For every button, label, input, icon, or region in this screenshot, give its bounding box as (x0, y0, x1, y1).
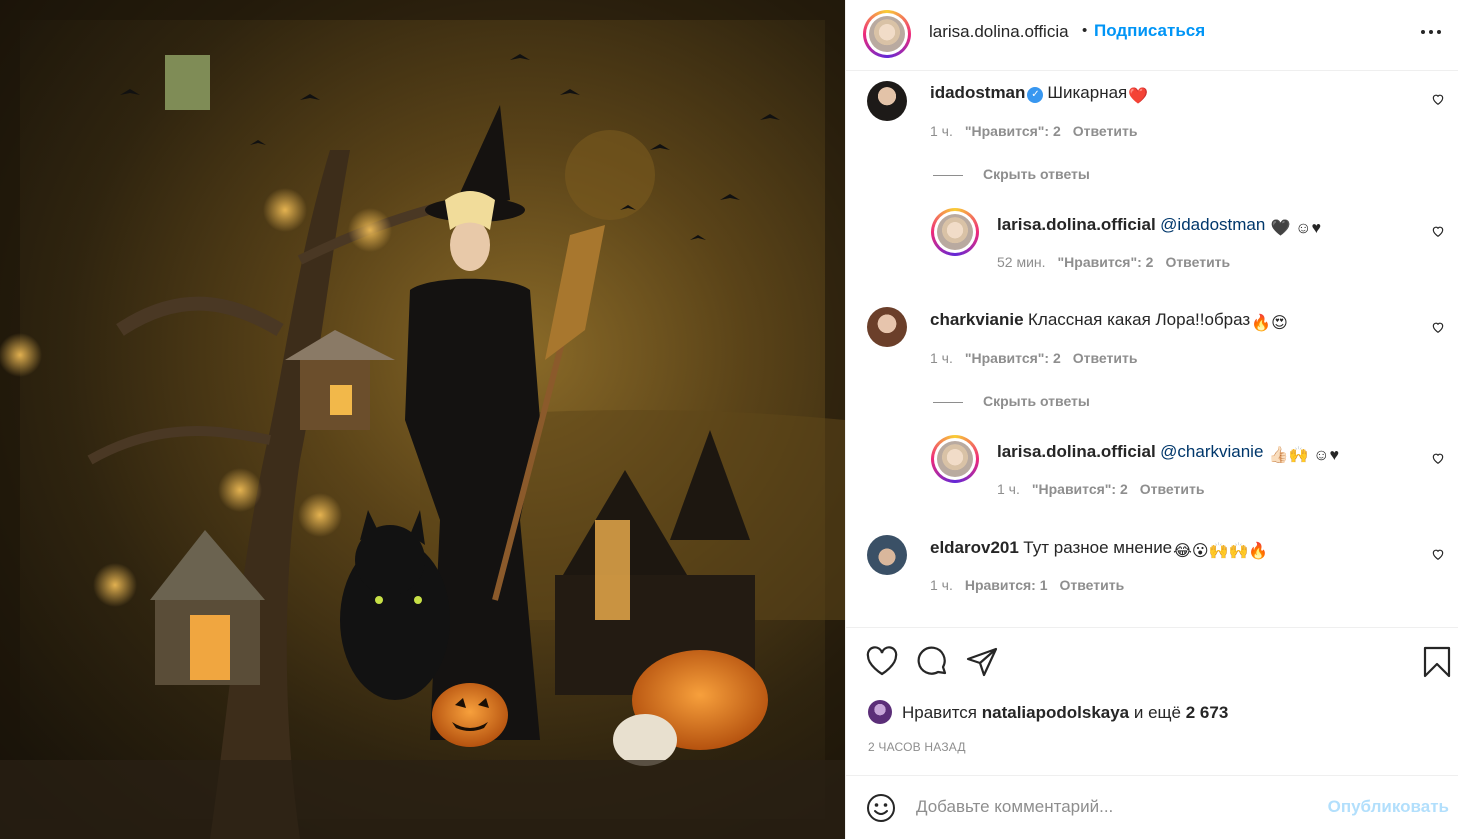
likes-count[interactable]: 2 673 (1186, 703, 1229, 722)
post-side-panel: larisa.dolina.officia • Подписаться idad… (845, 0, 1458, 839)
comment-username[interactable]: charkvianie (930, 310, 1024, 329)
comment-item: charkvianie Классная какая Лора!!образ🔥😍 (930, 310, 1288, 333)
comment-likes[interactable]: "Нравится": 2 (965, 350, 1061, 366)
comment-like-heart-icon[interactable] (1431, 547, 1445, 561)
likes-and-more: и ещё (1133, 703, 1181, 722)
reply-likes[interactable]: "Нравится": 2 (1058, 254, 1154, 270)
reply-like-heart-icon[interactable] (1431, 224, 1445, 238)
reply-likes[interactable]: "Нравится": 2 (1032, 481, 1128, 497)
reply-mention[interactable]: @charkvianie (1160, 442, 1263, 461)
reply-avatar[interactable] (931, 435, 979, 483)
comment-emoji: ❤️ (1128, 88, 1149, 105)
reply-username[interactable]: larisa.dolina.official (997, 442, 1156, 461)
comments-list[interactable]: idadostman ✓ Шикарная❤️ 1 ч. "Нравится": 2 О… (846, 71, 1458, 627)
comment-meta: 1 ч. "Нравится": 2 Ответить (930, 350, 1149, 366)
comment-text: Классная какая Лора!!образ (1028, 310, 1251, 329)
comment-text: Тут разное мнение (1023, 538, 1173, 557)
post-timestamp[interactable]: 2 ЧАСОВ НАЗАД (868, 740, 966, 754)
hide-replies-button[interactable]: Скрыть ответы (933, 393, 1090, 409)
comment-like-heart-icon[interactable] (1431, 320, 1445, 334)
hide-replies-button[interactable]: Скрыть ответы (933, 166, 1090, 182)
reply-age: 1 ч. (997, 481, 1020, 497)
reply-button[interactable]: Ответить (1073, 123, 1138, 139)
comment-like-heart-icon[interactable] (1431, 92, 1445, 106)
comment-age: 1 ч. (930, 350, 953, 366)
reply-avatar[interactable] (931, 208, 979, 256)
reply-button[interactable]: Ответить (1165, 254, 1230, 270)
post-actions: Нравится nataliapodolskaya и ещё 2 673 2… (846, 627, 1458, 775)
liker-username[interactable]: nataliapodolskaya (982, 703, 1129, 722)
separator-dot: • (1082, 22, 1088, 39)
reply-username[interactable]: larisa.dolina.official (997, 215, 1156, 234)
reply-meta: 52 мин. "Нравится": 2 Ответить (997, 254, 1242, 270)
reply-meta: 1 ч. "Нравится": 2 Ответить (997, 481, 1216, 497)
reply-button[interactable]: Ответить (1073, 350, 1138, 366)
comment-age: 1 ч. (930, 577, 953, 593)
commenter-avatar[interactable] (867, 81, 907, 121)
comment-age: 1 ч. (930, 123, 953, 139)
halloween-illustration (0, 0, 845, 839)
add-comment-bar: Опубликовать (846, 775, 1458, 839)
more-dots-icon[interactable] (1421, 30, 1441, 36)
author-username[interactable]: larisa.dolina.officia (929, 22, 1069, 42)
reply-emoji: 🖤 ☺♥ (1270, 220, 1321, 237)
comment-input[interactable] (916, 794, 1316, 820)
post-header: larisa.dolina.officia • Подписаться (846, 0, 1458, 71)
comment-username[interactable]: eldarov201 (930, 538, 1019, 557)
smiley-icon[interactable] (866, 793, 896, 823)
comment-emoji: 🔥😍 (1251, 315, 1288, 332)
reply-mention[interactable]: @idadostman (1160, 215, 1265, 234)
publish-button[interactable]: Опубликовать (1328, 797, 1449, 817)
comment-text: Шикарная (1047, 83, 1128, 102)
comment-likes[interactable]: Нравится: 1 (965, 577, 1048, 593)
comment-icon[interactable] (917, 646, 949, 678)
comment-username[interactable]: idadostman (930, 83, 1025, 102)
bookmark-icon[interactable] (1423, 646, 1451, 678)
author-avatar[interactable] (863, 10, 911, 58)
follow-button[interactable]: Подписаться (1094, 21, 1205, 41)
comment-meta: 1 ч. "Нравится": 2 Ответить (930, 123, 1149, 139)
commenter-avatar[interactable] (867, 307, 907, 347)
paper-plane-icon[interactable] (966, 646, 998, 678)
liker-avatar[interactable] (868, 700, 892, 724)
reply-emoji: 👍🏻🙌 ☺♥ (1268, 447, 1339, 464)
comment-likes[interactable]: "Нравится": 2 (965, 123, 1061, 139)
comment-meta: 1 ч. Нравится: 1 Ответить (930, 577, 1136, 593)
reply-button[interactable]: Ответить (1140, 481, 1205, 497)
reply-like-heart-icon[interactable] (1431, 451, 1445, 465)
comment-emoji: 😂😮🙌🙌🔥 (1173, 543, 1269, 560)
likes-summary: Нравится nataliapodolskaya и ещё 2 673 (868, 700, 1228, 724)
likes-prefix: Нравится (902, 703, 978, 722)
comment-item: eldarov201 Тут разное мнение😂😮🙌🙌🔥 (930, 538, 1268, 561)
heart-icon[interactable] (866, 646, 898, 676)
reply-item: larisa.dolina.official @charkvianie 👍🏻🙌 … (997, 442, 1339, 465)
reply-age: 52 мин. (997, 254, 1046, 270)
post-image[interactable] (0, 0, 845, 839)
reply-button[interactable]: Ответить (1060, 577, 1125, 593)
comment-item: idadostman ✓ Шикарная❤️ (930, 83, 1148, 106)
verified-badge-icon: ✓ (1027, 87, 1044, 103)
commenter-avatar[interactable] (867, 535, 907, 575)
reply-item: larisa.dolina.official @idadostman 🖤 ☺♥ (997, 215, 1321, 238)
